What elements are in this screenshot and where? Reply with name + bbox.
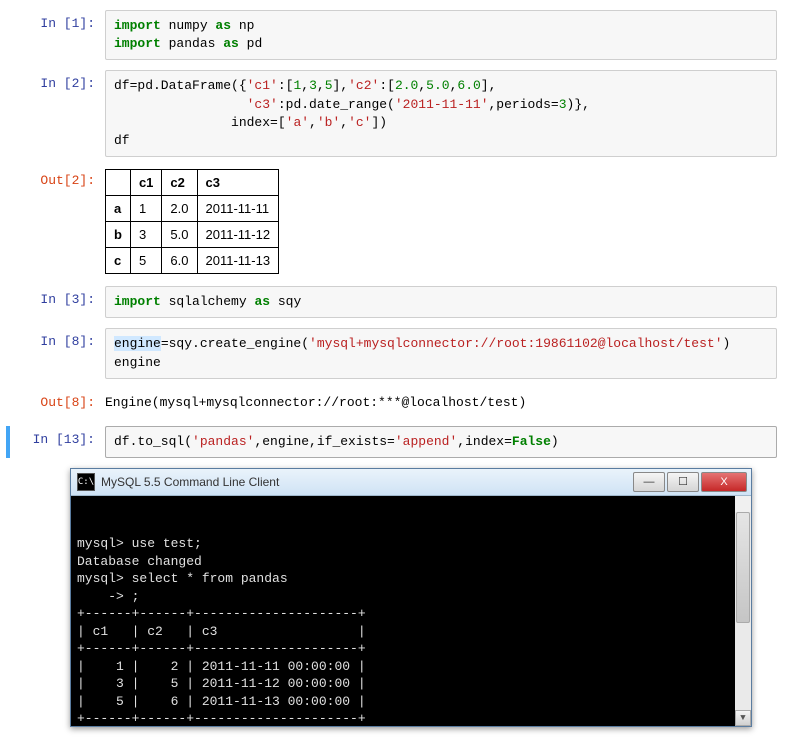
maximize-button[interactable]: ☐ [667, 472, 699, 492]
close-button[interactable]: X [701, 472, 747, 492]
code-input[interactable]: df.to_sql('pandas',engine,if_exists='app… [105, 426, 777, 458]
in-prompt: In [1]: [10, 10, 105, 60]
mysql-terminal-window: C:\ MySQL 5.5 Command Line Client — ☐ X … [70, 468, 752, 727]
in-prompt: In [2]: [10, 70, 105, 157]
scroll-track[interactable] [735, 512, 751, 710]
input-cell: In [3]:import sqlalchemy as sqy [10, 286, 777, 318]
out-prompt: Out[8]: [10, 389, 105, 416]
input-cell: In [1]:import numpy as np import pandas … [10, 10, 777, 60]
notebook-container: In [1]:import numpy as np import pandas … [10, 10, 777, 458]
in-prompt: In [3]: [10, 286, 105, 318]
table-header: c3 [197, 170, 279, 196]
cell-content: df=pd.DataFrame({'c1':[1,3,5],'c2':[2.0,… [105, 70, 777, 157]
terminal-output: mysql> use test; Database changed mysql>… [77, 535, 745, 726]
scroll-thumb[interactable] [736, 512, 750, 623]
table-header [106, 170, 131, 196]
terminal-icon: C:\ [77, 473, 95, 491]
cell-content: df.to_sql('pandas',engine,if_exists='app… [105, 426, 777, 458]
cell-content: c1c2c3a12.02011-11-11b35.02011-11-12c56.… [105, 167, 777, 276]
code-input[interactable]: df=pd.DataFrame({'c1':[1,3,5],'c2':[2.0,… [105, 70, 777, 157]
terminal-titlebar[interactable]: C:\ MySQL 5.5 Command Line Client — ☐ X [71, 469, 751, 496]
table-row: c56.02011-11-13 [106, 248, 279, 274]
input-cell: In [13]:df.to_sql('pandas',engine,if_exi… [6, 426, 777, 458]
cell-content: import sqlalchemy as sqy [105, 286, 777, 318]
code-input[interactable]: engine=sqy.create_engine('mysql+mysqlcon… [105, 328, 777, 378]
terminal-title: MySQL 5.5 Command Line Client [101, 475, 631, 489]
terminal-body[interactable]: mysql> use test; Database changed mysql>… [71, 496, 751, 726]
out-prompt: Out[2]: [10, 167, 105, 276]
input-cell: In [8]:engine=sqy.create_engine('mysql+m… [10, 328, 777, 378]
output-cell: Out[2]:c1c2c3a12.02011-11-11b35.02011-11… [10, 167, 777, 276]
dataframe-table: c1c2c3a12.02011-11-11b35.02011-11-12c56.… [105, 169, 279, 274]
output-text: Engine(mysql+mysqlconnector://root:***@l… [105, 389, 777, 416]
cell-content: engine=sqy.create_engine('mysql+mysqlcon… [105, 328, 777, 378]
in-prompt: In [13]: [10, 426, 105, 458]
code-input[interactable]: import sqlalchemy as sqy [105, 286, 777, 318]
table-header: c1 [130, 170, 161, 196]
cell-content: Engine(mysql+mysqlconnector://root:***@l… [105, 389, 777, 416]
minimize-button[interactable]: — [633, 472, 665, 492]
table-header: c2 [162, 170, 197, 196]
in-prompt: In [8]: [10, 328, 105, 378]
input-cell: In [2]:df=pd.DataFrame({'c1':[1,3,5],'c2… [10, 70, 777, 157]
terminal-scrollbar[interactable]: ▲ ▼ [735, 496, 751, 726]
scroll-down-arrow[interactable]: ▼ [735, 710, 751, 726]
code-input[interactable]: import numpy as np import pandas as pd [105, 10, 777, 60]
cell-content: import numpy as np import pandas as pd [105, 10, 777, 60]
table-row: a12.02011-11-11 [106, 196, 279, 222]
output-cell: Out[8]:Engine(mysql+mysqlconnector://roo… [10, 389, 777, 416]
table-row: b35.02011-11-12 [106, 222, 279, 248]
